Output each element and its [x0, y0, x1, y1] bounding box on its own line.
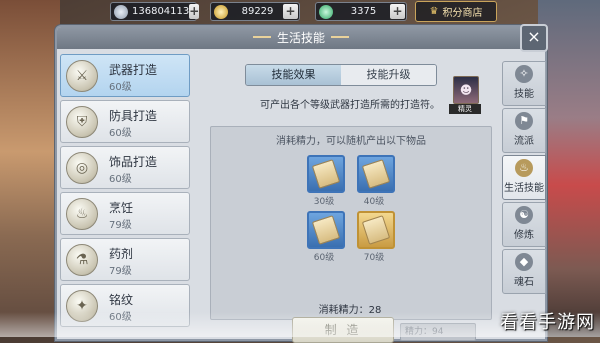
- slot-level: 70级: [363, 253, 385, 263]
- forge-scroll-icon: [361, 215, 391, 245]
- forge-scroll-icon: [311, 159, 341, 189]
- item-slot-60[interactable]: [307, 211, 345, 249]
- gold-value: 89229: [241, 6, 274, 17]
- life-skill-icon: ♨: [515, 159, 533, 177]
- skill-name: 烹饪: [109, 201, 134, 215]
- skill-item-weapon[interactable]: ⚔ 武器打造 60级: [60, 54, 190, 97]
- side-tab-label: 魂石: [514, 277, 534, 288]
- skill-name: 武器打造: [109, 63, 158, 77]
- skill-item-potion[interactable]: ⚗ 药剂 79级: [60, 238, 190, 281]
- skill-name: 防具打造: [109, 109, 158, 123]
- close-icon: ×: [527, 27, 541, 46]
- skill-item-inscription[interactable]: ✦ 铭纹 60级: [60, 284, 190, 327]
- skill-level: 79级: [109, 266, 132, 277]
- skill-level: 79级: [109, 220, 132, 231]
- side-tabs: ✧ 技能 ⚑ 流派 ♨ 生活技能 ☯ 修炼 ◆ 魂石: [502, 61, 546, 296]
- side-tab-school[interactable]: ⚑ 流派: [502, 108, 546, 153]
- reward-description: 消耗精力，可以随机产出以下物品: [276, 136, 426, 147]
- slot-level: 30级: [313, 197, 335, 207]
- close-button[interactable]: ×: [520, 24, 548, 52]
- side-tab-life-skill[interactable]: ♨ 生活技能: [502, 155, 546, 200]
- life-skill-panel: 生活技能 × ⚔ 武器打造 60级 ⛨ 防具打造 60级 ◎ 饰品打造 60级 …: [55, 24, 548, 343]
- skill-item-armor[interactable]: ⛨ 防具打造 60级: [60, 100, 190, 143]
- sword-icon: ⚔: [66, 60, 98, 92]
- slot-level: 40级: [363, 197, 385, 207]
- add-gem-button[interactable]: +: [390, 4, 405, 19]
- shop-icon: ♛: [429, 6, 439, 17]
- pot-icon: ♨: [66, 198, 98, 230]
- add-gold-button[interactable]: +: [283, 4, 298, 19]
- skill-level: 60级: [109, 128, 132, 139]
- slot-level: 60级: [313, 253, 335, 263]
- gem-icon: [319, 4, 333, 19]
- detail-tabs: 技能效果 技能升级: [245, 64, 437, 86]
- gold-counter: 89229 +: [210, 2, 300, 21]
- item-slot-70[interactable]: [357, 211, 395, 249]
- side-tab-label: 技能: [514, 89, 534, 100]
- reward-box: 消耗精力，可以随机产出以下物品 30级 40级 60级 70级: [210, 126, 492, 320]
- skill-level: 60级: [109, 312, 132, 323]
- tab-skill-upgrade[interactable]: 技能升级: [341, 65, 436, 85]
- craft-button[interactable]: 制 造: [292, 317, 394, 343]
- item-slot-30[interactable]: [307, 155, 345, 193]
- energy-cost: 消耗精力：28: [318, 305, 382, 316]
- add-silver-button[interactable]: +: [189, 4, 200, 19]
- silver-value: 136804113: [132, 6, 190, 17]
- skill-item-accessory[interactable]: ◎ 饰品打造 60级: [60, 146, 190, 189]
- silver-counter: 136804113 +: [110, 2, 200, 21]
- armor-icon: ⛨: [66, 106, 98, 138]
- soulstone-icon: ◆: [515, 253, 533, 271]
- forge-scroll-icon: [311, 215, 341, 245]
- silver-coin-icon: [114, 4, 128, 19]
- tab-skill-effect[interactable]: 技能效果: [246, 65, 341, 85]
- skill-level: 60级: [109, 174, 132, 185]
- rune-icon: ✦: [66, 290, 98, 322]
- site-watermark: 看看手游网: [500, 312, 595, 333]
- potion-icon: ⚗: [66, 244, 98, 276]
- energy-display: 精力：94: [400, 323, 476, 341]
- gem-counter: 3375 +: [315, 2, 407, 21]
- panel-titlebar: 生活技能: [57, 27, 545, 49]
- skill-level: 60级: [109, 82, 132, 93]
- ring-icon: ◎: [66, 152, 98, 184]
- currency-bar: 136804113 + 89229 + 3375 + ♛ 积分商店: [110, 0, 497, 22]
- school-icon: ⚑: [515, 112, 533, 130]
- side-tab-skill[interactable]: ✧ 技能: [502, 61, 546, 106]
- skill-item-cooking[interactable]: ♨ 烹饪 79级: [60, 192, 190, 235]
- skill-name: 铭纹: [109, 293, 134, 307]
- game-scene-left: [0, 0, 60, 337]
- gold-coin-icon: [214, 4, 228, 19]
- side-tab-label: 流派: [514, 136, 534, 147]
- side-tab-cultivate[interactable]: ☯ 修炼: [502, 202, 546, 247]
- game-scene-right: [538, 0, 600, 337]
- skill-description: 可产出各个等级武器打造所需的打造符。: [260, 100, 440, 111]
- side-tab-soulstone[interactable]: ◆ 魂石: [502, 249, 546, 294]
- shop-label: 积分商店: [442, 8, 483, 19]
- spirit-icon: ☻: [459, 83, 473, 97]
- gem-value: 3375: [350, 6, 377, 17]
- skill-name: 饰品打造: [109, 155, 158, 169]
- panel-title: 生活技能: [251, 27, 351, 49]
- points-shop-button[interactable]: ♛ 积分商店: [415, 1, 497, 22]
- item-slot-40[interactable]: [357, 155, 395, 193]
- side-tab-label: 修炼: [514, 230, 534, 241]
- cultivate-icon: ☯: [515, 206, 533, 224]
- skill-name: 药剂: [109, 247, 134, 261]
- side-tab-label: 生活技能: [504, 183, 544, 194]
- skill-icon: ✧: [515, 65, 533, 83]
- skill-list: ⚔ 武器打造 60级 ⛨ 防具打造 60级 ◎ 饰品打造 60级 ♨ 烹饪 79…: [60, 54, 190, 337]
- skill-detail: 技能效果 技能升级 ☻ 精灵 可产出各个等级武器打造所需的打造符。 消耗精力，可…: [195, 54, 505, 343]
- forge-scroll-icon: [361, 159, 391, 189]
